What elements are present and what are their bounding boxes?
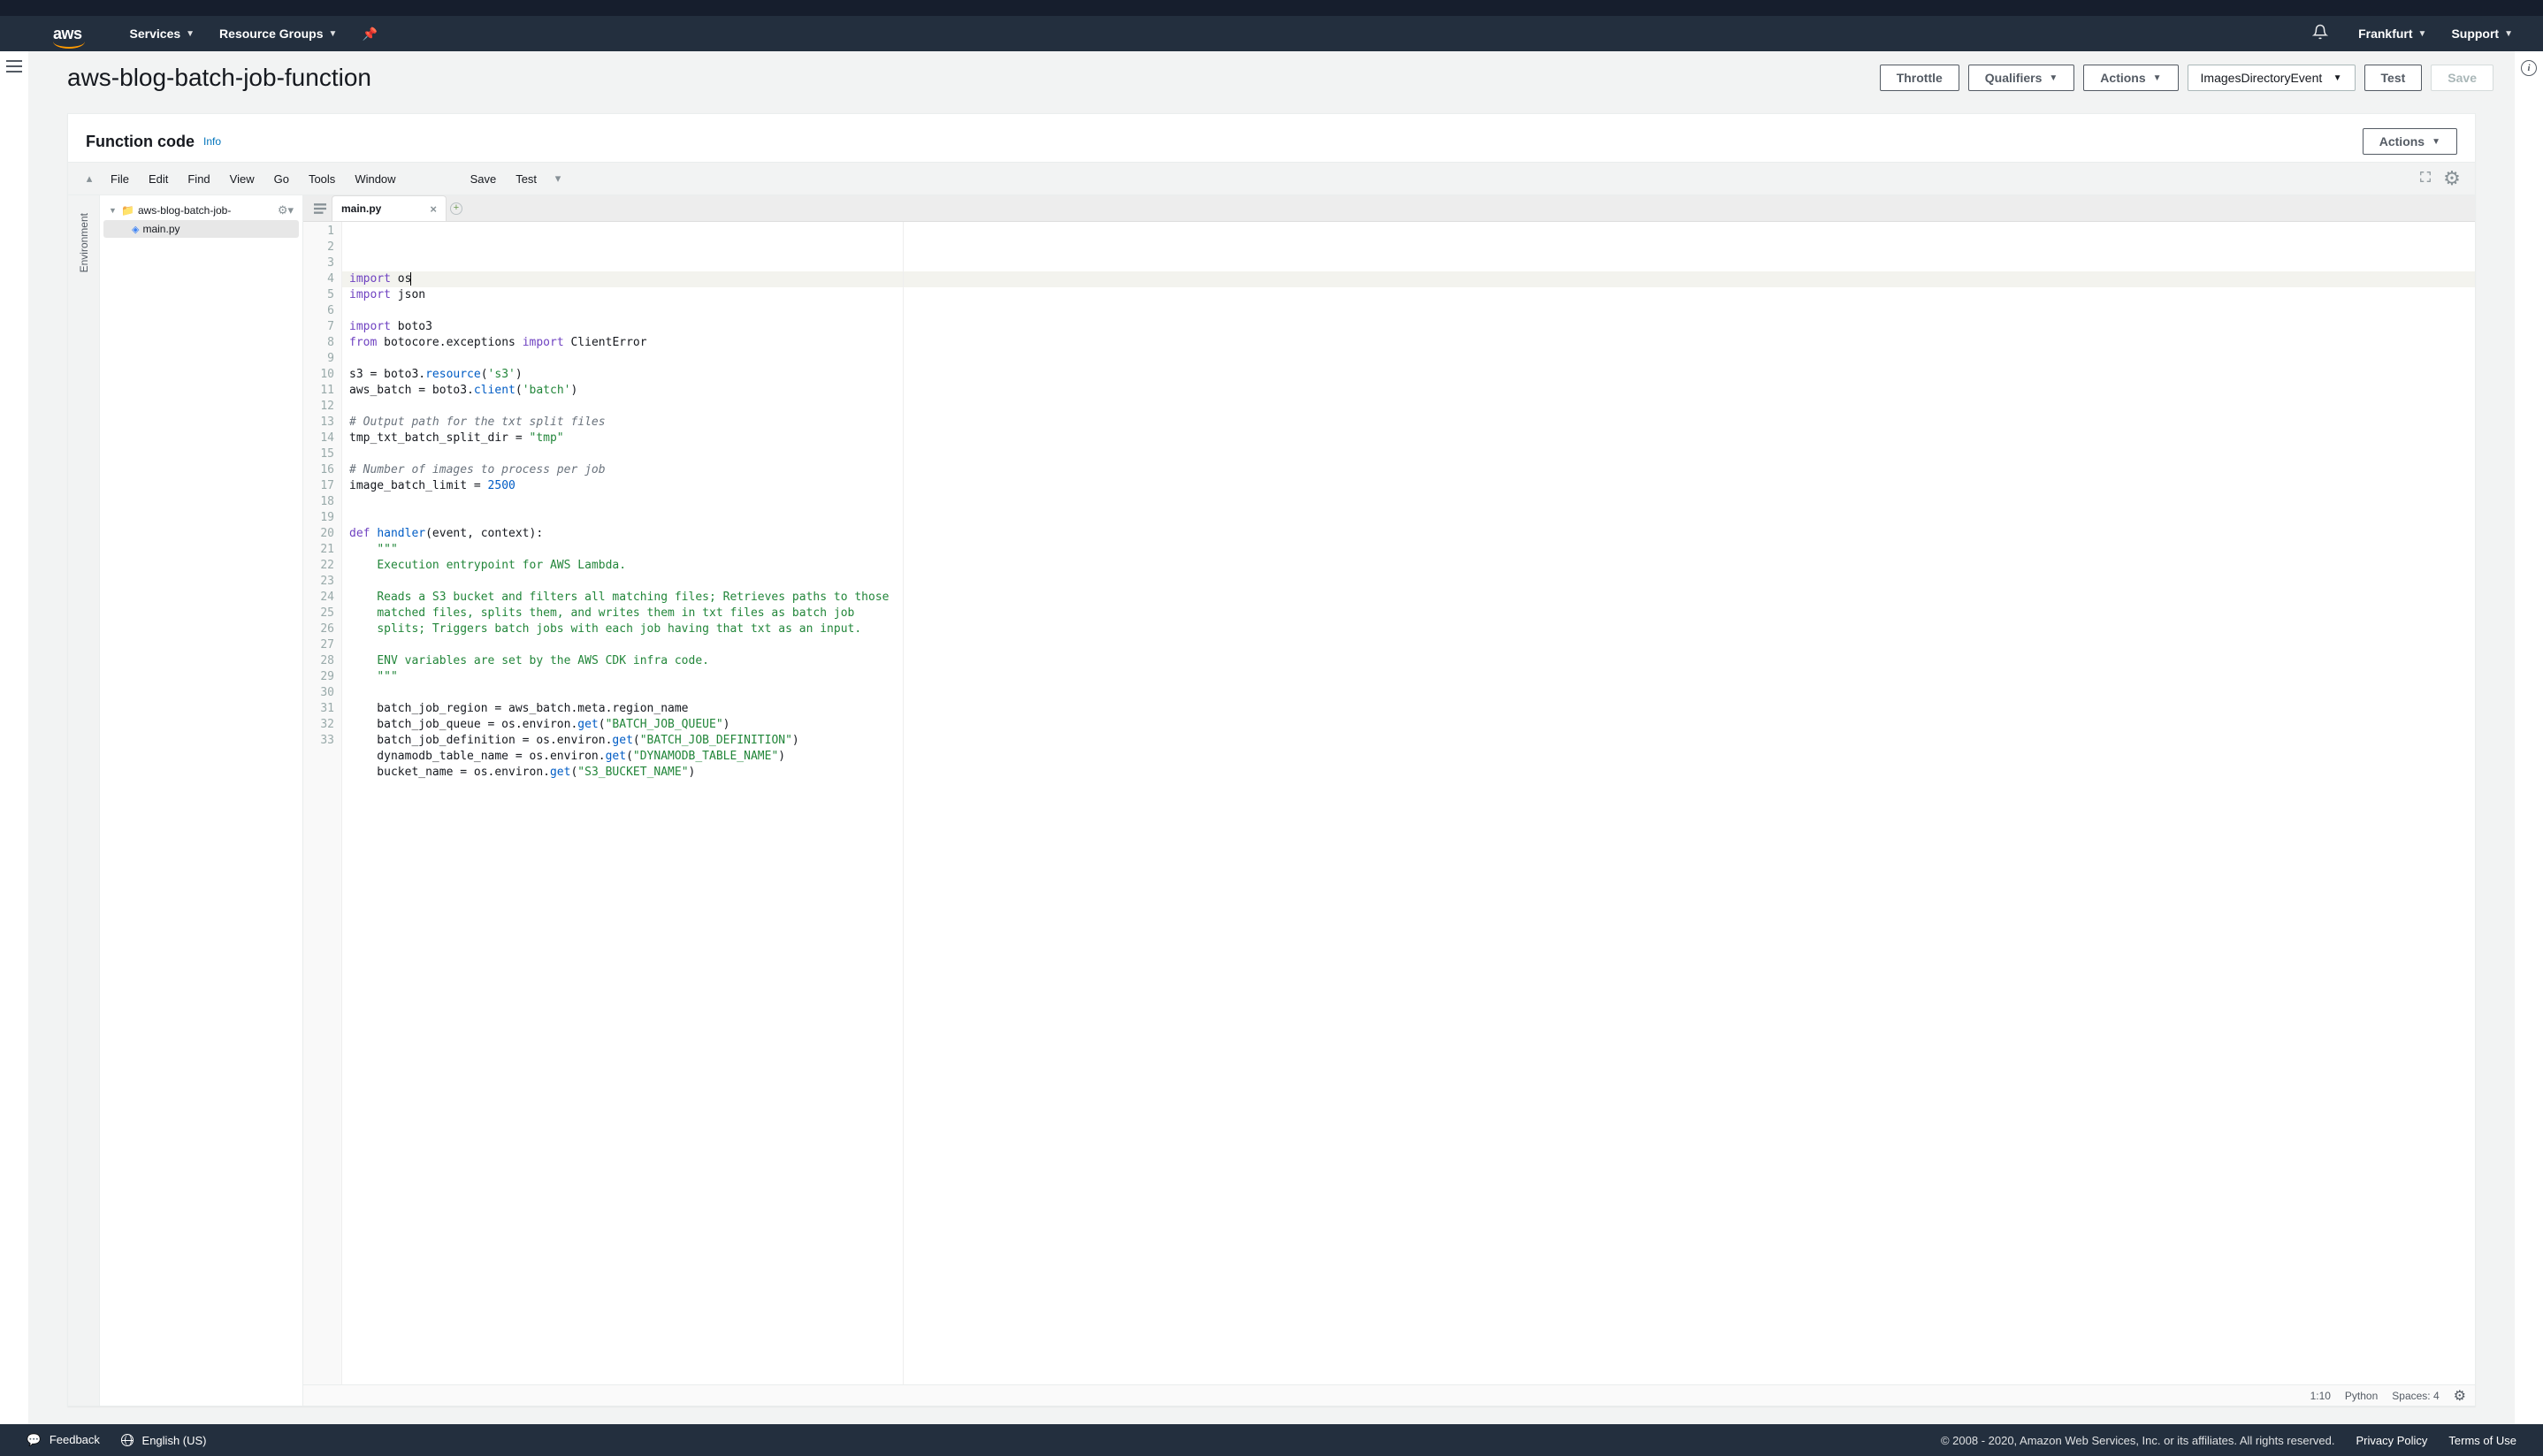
nav-services-label: Services: [130, 27, 181, 41]
python-file-icon: ◈: [132, 224, 139, 235]
close-icon[interactable]: ×: [430, 202, 437, 216]
line-number-gutter: 1234567891011121314151617181920212223242…: [303, 222, 342, 1384]
hamburger-icon[interactable]: [6, 60, 22, 72]
fullscreen-icon[interactable]: [2413, 171, 2438, 187]
speech-bubble-icon: 💬: [27, 1433, 41, 1446]
aws-logo-swoosh-icon: [53, 42, 85, 49]
nav-services[interactable]: Services ▼: [118, 16, 208, 51]
nav-region[interactable]: Frankfurt ▼: [2346, 16, 2439, 51]
add-tab-button[interactable]: +: [447, 195, 466, 221]
ide-menu-go[interactable]: Go: [265, 169, 298, 189]
function-code-card: Function code Info Actions ▼ ▴ FileEditF…: [67, 113, 2476, 1406]
copyright-text: © 2008 - 2020, Amazon Web Services, Inc.…: [1941, 1434, 2335, 1447]
console-footer: 💬 Feedback English (US) © 2008 - 2020, A…: [0, 1424, 2543, 1456]
chevron-down-icon: ▼: [2504, 29, 2513, 39]
page-actions-label: Actions: [2100, 71, 2145, 85]
ide-test-label: Test: [515, 172, 537, 186]
qualifiers-label: Qualifiers: [1985, 71, 2043, 85]
ide-editor-tabs: main.py × +: [303, 195, 2475, 222]
throttle-label: Throttle: [1897, 71, 1943, 85]
chevron-down-icon: ▼: [109, 206, 118, 215]
code-editor[interactable]: 1234567891011121314151617181920212223242…: [303, 222, 2475, 1384]
ide-menu-edit[interactable]: Edit: [140, 169, 177, 189]
page-actions-button[interactable]: Actions ▼: [2083, 65, 2178, 91]
info-icon[interactable]: i: [2521, 60, 2537, 76]
ide-menu-tools[interactable]: Tools: [300, 169, 344, 189]
ide-status-bar: 1:10 Python Spaces: 4 ⚙: [303, 1384, 2475, 1406]
ide-test-dropdown-icon[interactable]: ▾: [547, 172, 569, 186]
chevron-down-icon: ▼: [2049, 73, 2058, 83]
chevron-down-icon: ▼: [186, 29, 195, 39]
ide-menu-view[interactable]: View: [221, 169, 263, 189]
folder-icon: 📁: [121, 204, 134, 217]
chevron-down-icon: ▼: [2432, 137, 2440, 147]
card-title: Function code: [86, 133, 195, 151]
tree-file-label: main.py: [142, 223, 179, 235]
terms-link[interactable]: Terms of Use: [2448, 1434, 2516, 1447]
notifications-bell-icon[interactable]: [2295, 24, 2346, 44]
ide-menu-find[interactable]: Find: [179, 169, 218, 189]
ide-sidebar-tab-environment[interactable]: Environment: [78, 213, 90, 272]
ide-menu-file[interactable]: File: [102, 169, 138, 189]
function-name-title: aws-blog-batch-job-function: [67, 64, 1871, 92]
page-header: aws-blog-batch-job-function Throttle Qua…: [32, 51, 2511, 104]
test-label: Test: [2381, 71, 2406, 85]
gear-icon[interactable]: ⚙: [2440, 167, 2464, 190]
qualifiers-button[interactable]: Qualifiers ▼: [1968, 65, 2075, 91]
language-selector[interactable]: English (US): [121, 1434, 207, 1447]
ide-collapse-icon[interactable]: ▴: [79, 172, 100, 186]
gear-icon[interactable]: ⚙: [2454, 1387, 2466, 1405]
privacy-link[interactable]: Privacy Policy: [2356, 1434, 2428, 1447]
globe-icon: [121, 1434, 134, 1446]
save-button: Save: [2431, 65, 2493, 91]
column-ruler: [903, 222, 904, 1384]
ide-menu-window[interactable]: Window: [346, 169, 404, 189]
tree-root-label: aws-blog-batch-job-: [138, 204, 231, 217]
throttle-button[interactable]: Throttle: [1880, 65, 1959, 91]
card-actions-label: Actions: [2379, 134, 2425, 149]
ide-save-label: Save: [470, 172, 497, 186]
aws-logo[interactable]: aws: [53, 25, 82, 43]
test-button[interactable]: Test: [2364, 65, 2423, 91]
nav-support-label: Support: [2451, 27, 2499, 41]
test-event-selected-label: ImagesDirectoryEvent: [2201, 71, 2323, 85]
language-mode[interactable]: Python: [2345, 1390, 2378, 1402]
editor-tab-label: main.py: [341, 202, 381, 215]
nav-resource-groups[interactable]: Resource Groups ▼: [207, 16, 349, 51]
nav-support[interactable]: Support ▼: [2439, 16, 2525, 51]
aws-global-nav: aws Services ▼ Resource Groups ▼ 📌 Frank…: [0, 16, 2543, 51]
ide-file-tree: ▼ 📁 aws-blog-batch-job- ⚙▾ ◈ main.py: [100, 195, 303, 1406]
nav-region-label: Frankfurt: [2358, 27, 2412, 41]
chevron-down-icon: ▼: [2418, 29, 2427, 39]
feedback-link[interactable]: 💬 Feedback: [27, 1433, 100, 1447]
ide-sidebar-tabs: Environment: [68, 195, 100, 1406]
gear-icon[interactable]: ⚙▾: [278, 203, 294, 217]
aws-logo-text: aws: [53, 25, 82, 42]
nav-pin-icon[interactable]: 📌: [349, 27, 389, 42]
test-event-select[interactable]: ImagesDirectoryEvent ▼: [2188, 65, 2356, 91]
ide-test-button[interactable]: Test: [507, 169, 546, 189]
right-drawer-toggle-gutter: i: [2515, 51, 2543, 1424]
card-actions-button[interactable]: Actions ▼: [2363, 128, 2457, 155]
plus-icon: +: [450, 202, 462, 215]
left-drawer-toggle-gutter: [0, 51, 28, 1424]
nav-resource-groups-label: Resource Groups: [219, 27, 323, 41]
chevron-down-icon: ▼: [329, 29, 338, 39]
chevron-down-icon: ▼: [2333, 73, 2342, 83]
tree-file-main-py[interactable]: ◈ main.py: [103, 220, 299, 238]
ide-save-button[interactable]: Save: [462, 169, 506, 189]
window-top-strip: [0, 0, 2543, 16]
card-info-link[interactable]: Info: [203, 135, 221, 148]
save-label: Save: [2448, 71, 2477, 85]
chevron-down-icon: ▼: [2153, 73, 2162, 83]
ide-toolbar: ▴ FileEditFindViewGoToolsWindow Save Tes…: [68, 162, 2475, 195]
tab-list-icon[interactable]: [309, 195, 332, 221]
indent-setting[interactable]: Spaces: 4: [2392, 1390, 2439, 1402]
language-label: English (US): [142, 1434, 207, 1447]
code-content[interactable]: import osimport jsonimport boto3from bot…: [342, 222, 2475, 1384]
editor-tab-main-py[interactable]: main.py ×: [332, 195, 447, 221]
cursor-position[interactable]: 1:10: [2310, 1390, 2331, 1402]
feedback-label: Feedback: [50, 1433, 100, 1446]
tree-root-folder[interactable]: ▼ 📁 aws-blog-batch-job- ⚙▾: [103, 201, 299, 220]
